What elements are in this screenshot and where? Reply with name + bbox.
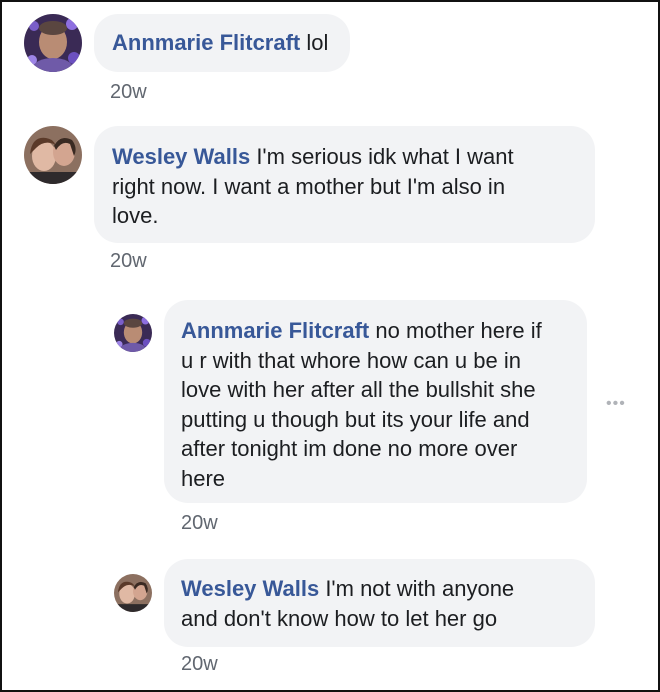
comment-bubble: Wesley Walls I'm serious idk what I want… [94,126,595,243]
reply-text-line: u r with that whore how can u be in [181,347,521,373]
comment-text-line: right now. I want a mother but I'm also … [112,173,506,199]
wesley-avatar-icon [114,574,152,612]
comment-thread: Annmarie Flitcraft lol 20w Wesley Walls … [0,0,660,692]
annmarie-avatar-icon [24,14,82,72]
comment-text-line: love. [112,203,159,228]
comment-bubble: Annmarie Flitcraft lol [94,14,350,72]
avatar[interactable] [114,314,152,352]
reply-timestamp[interactable]: 20w [181,511,218,535]
avatar[interactable] [24,126,82,184]
reply-timestamp[interactable]: 20w [181,652,218,676]
comment-author-link[interactable]: Wesley Walls [112,144,250,169]
comment-timestamp[interactable]: 20w [110,80,147,104]
reply-text-line: no mother here if [375,318,542,343]
comment-author-link[interactable]: Annmarie Flitcraft [112,30,300,55]
reply-author-link[interactable]: Wesley Walls [181,576,319,601]
more-options-icon[interactable]: ••• [606,396,626,412]
reply-text-line: and don't know how to let her go [181,605,498,631]
reply-text-line: here [181,465,226,491]
reply-bubble: Wesley Walls I'm not with anyone and don… [164,559,595,647]
reply-author-link[interactable]: Annmarie Flitcraft [181,318,369,343]
comment-timestamp[interactable]: 20w [110,249,147,273]
comment-text: lol [306,30,329,55]
reply-bubble: Annmarie Flitcraft no mother here if u r… [164,300,587,503]
wesley-avatar-icon [24,126,82,184]
reply-text-line: love with her after all the bullshit she [181,377,536,402]
reply-text-line: I'm not with anyone [325,576,515,601]
reply-text-line: after tonight im done no more over [181,436,518,461]
avatar[interactable] [24,14,82,72]
avatar[interactable] [114,574,152,612]
comment-text-line: I'm serious idk what I want [256,144,514,169]
reply-text-line: putting u though but its your life and [181,406,530,432]
annmarie-avatar-icon [114,314,152,352]
